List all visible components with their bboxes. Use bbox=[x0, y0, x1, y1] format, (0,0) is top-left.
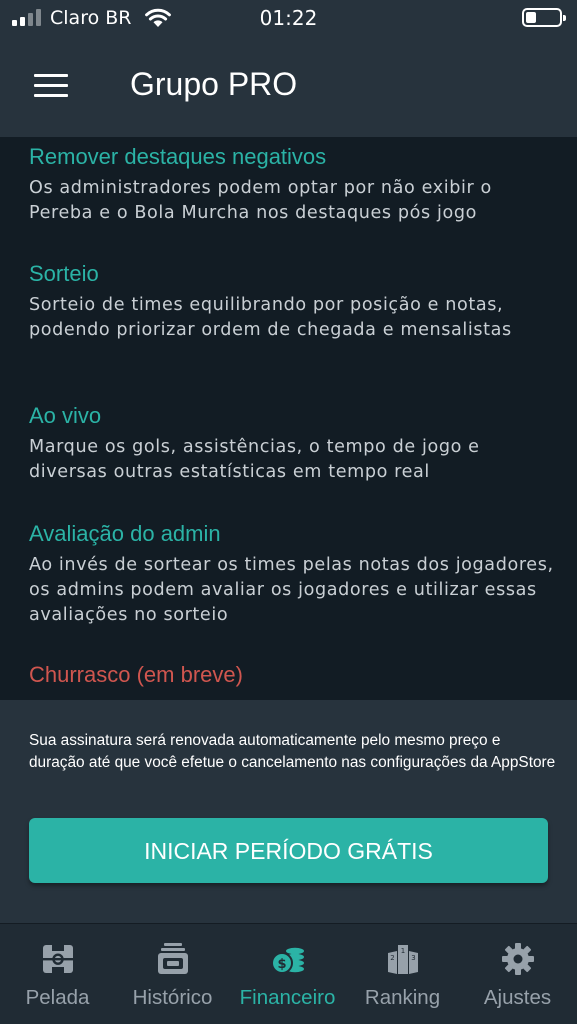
tab-financeiro[interactable]: $ Financeiro bbox=[230, 924, 345, 1024]
status-time: 01:22 bbox=[259, 6, 318, 30]
features-list[interactable]: Remover destaques negativos Os administr… bbox=[0, 137, 577, 700]
renewal-notice: Sua assinatura será renovada automaticam… bbox=[29, 732, 556, 771]
feature-title: Churrasco (em breve) bbox=[29, 662, 243, 687]
svg-text:1: 1 bbox=[400, 947, 404, 955]
tab-ranking[interactable]: 1 2 3 Ranking bbox=[345, 924, 460, 1024]
start-free-trial-button[interactable]: INICIAR PERÍODO GRÁTIS bbox=[29, 818, 548, 883]
field-icon bbox=[42, 945, 73, 973]
feature-item-coming-soon: Churrasco (em breve) bbox=[29, 662, 554, 688]
feature-title: Ao vivo bbox=[29, 403, 102, 428]
feature-description: Os administradores podem optar por não e… bbox=[29, 178, 492, 223]
tab-historico[interactable]: Histórico bbox=[115, 924, 230, 1024]
feature-title: Remover destaques negativos bbox=[29, 144, 327, 169]
history-icon bbox=[157, 943, 188, 974]
app-header: Claro BR 01:22 Grupo PRO bbox=[0, 0, 577, 137]
status-bar: Claro BR 01:22 bbox=[0, 0, 577, 40]
podium-icon: 1 2 3 bbox=[387, 945, 418, 974]
feature-item: Remover destaques negativos Os administr… bbox=[29, 144, 554, 226]
feature-description: Sorteio de times equilibrando por posiçã… bbox=[29, 295, 512, 340]
subscription-footer: Sua assinatura será renovada automaticam… bbox=[0, 700, 577, 923]
tab-ajustes[interactable]: Ajustes bbox=[460, 924, 575, 1024]
coins-icon: $ bbox=[270, 947, 304, 974]
feature-item: Sorteio Sorteio de times equilibrando po… bbox=[29, 261, 554, 343]
tab-pelada[interactable]: Pelada bbox=[0, 924, 115, 1024]
page-title: Grupo PRO bbox=[130, 66, 298, 102]
feature-item: Ao vivo Marque os gols, assistências, o … bbox=[29, 403, 554, 485]
bottom-tab-bar: Pelada Histórico $ Financeiro 1 2 3 Rank… bbox=[0, 923, 577, 1024]
feature-description: Ao invés de sortear os times pelas notas… bbox=[29, 555, 554, 625]
feature-title: Sorteio bbox=[29, 261, 99, 286]
svg-text:3: 3 bbox=[411, 954, 415, 962]
svg-text:$: $ bbox=[277, 957, 286, 972]
feature-title: Avaliação do admin bbox=[29, 521, 221, 546]
battery-icon bbox=[522, 8, 566, 27]
svg-text:2: 2 bbox=[390, 954, 394, 962]
feature-item: Avaliação do admin Ao invés de sortear o… bbox=[29, 521, 554, 628]
hamburger-menu-icon[interactable] bbox=[34, 74, 68, 100]
gear-icon bbox=[501, 943, 534, 975]
tab-label: Ajustes bbox=[483, 986, 552, 1009]
feature-description: Marque os gols, assistências, o tempo de… bbox=[29, 437, 480, 482]
